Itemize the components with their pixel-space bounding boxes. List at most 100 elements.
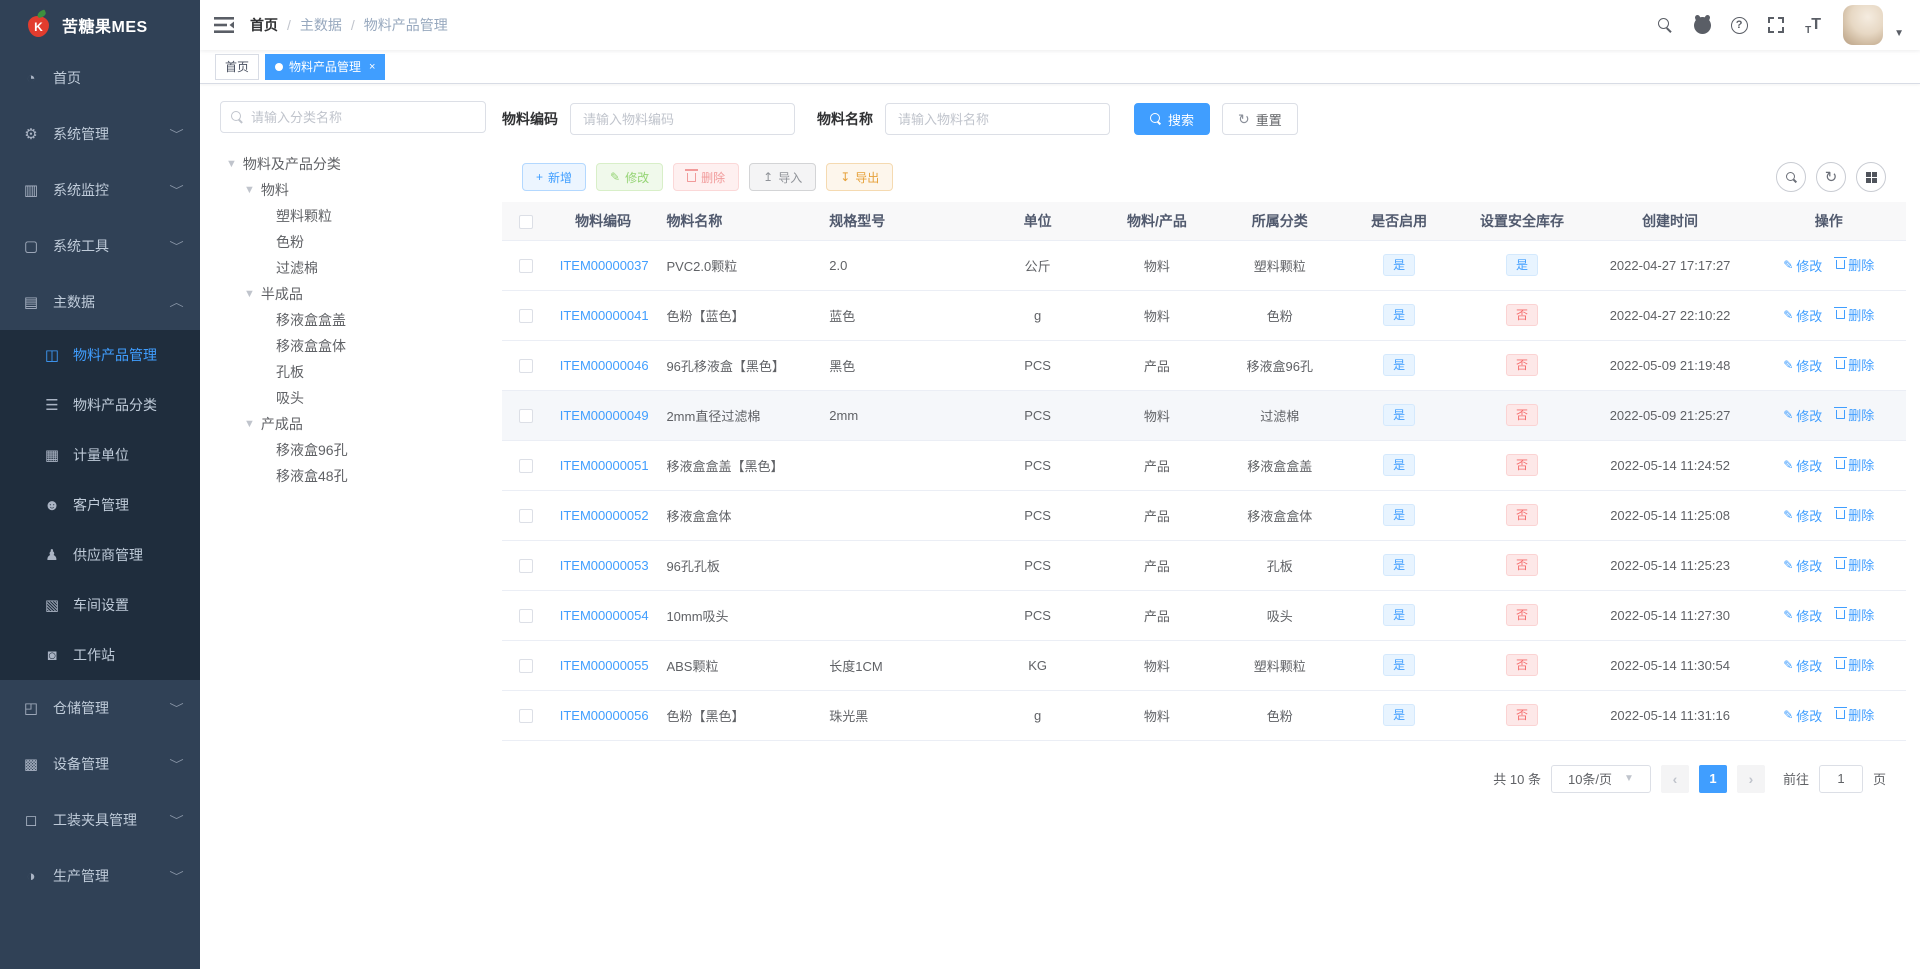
sidebar-item-system-manage[interactable]: ⚙ 系统管理 ﹀ (0, 106, 200, 162)
select-all-checkbox[interactable] (518, 214, 533, 229)
font-size-icon[interactable]: TT (1802, 14, 1824, 36)
columns-icon[interactable] (1856, 162, 1886, 192)
tree-node[interactable]: ▼ 半成品 (220, 281, 486, 307)
success-action-button[interactable]: ✎ 修改 (596, 163, 664, 191)
row-delete-link[interactable]: 删除 (1834, 705, 1874, 724)
material-code-link[interactable]: ITEM00000052 (560, 508, 649, 523)
row-checkbox[interactable] (518, 358, 533, 373)
tree-node[interactable]: 塑料颗粒 (220, 203, 486, 229)
row-checkbox[interactable] (518, 258, 533, 273)
row-checkbox[interactable] (518, 408, 533, 423)
row-checkbox[interactable] (518, 658, 533, 673)
row-edit-link[interactable]: ✎ 修改 (1783, 606, 1822, 625)
sidebar-item-system-tools[interactable]: ▢ 系统工具 ﹀ (0, 218, 200, 274)
tree-node[interactable]: 移液盒盒盖 (220, 307, 486, 333)
row-edit-link[interactable]: ✎ 修改 (1783, 456, 1822, 475)
sidebar-item-customer-manage[interactable]: ☻ 客户管理 (0, 480, 200, 530)
row-checkbox[interactable] (518, 508, 533, 523)
row-edit-link[interactable]: ✎ 修改 (1783, 506, 1822, 525)
avatar[interactable] (1843, 5, 1884, 45)
sidebar-item-master-data[interactable]: ▤ 主数据 ︿ (0, 274, 200, 330)
row-edit-link[interactable]: ✎ 修改 (1783, 706, 1822, 725)
tab-item[interactable]: 首页 (215, 53, 260, 80)
material-code-input[interactable] (570, 103, 795, 135)
close-icon[interactable]: × (369, 61, 375, 73)
tree-node[interactable]: ▼ 物料 (220, 177, 486, 203)
tree-node[interactable]: 移液盒48孔 (220, 463, 486, 489)
row-checkbox[interactable] (518, 458, 533, 473)
sidebar-item-supplier-manage[interactable]: ♟ 供应商管理 (0, 530, 200, 580)
row-delete-link[interactable]: 删除 (1834, 555, 1874, 574)
danger-action-button[interactable]: 删除 (673, 163, 740, 191)
tree-node[interactable]: 过滤棉 (220, 255, 486, 281)
row-delete-link[interactable]: 删除 (1834, 255, 1874, 274)
row-checkbox[interactable] (518, 558, 533, 573)
refresh-icon[interactable]: ↻ (1816, 162, 1846, 192)
row-delete-link[interactable]: 删除 (1834, 305, 1874, 324)
sidebar-item-material-product-category[interactable]: ☰ 物料产品分类 (0, 380, 200, 430)
material-code-link[interactable]: ITEM00000037 (560, 258, 649, 273)
tree-node[interactable]: 移液盒盒体 (220, 333, 486, 359)
page-size-select[interactable]: 10条/页 ▼ (1550, 764, 1651, 793)
row-checkbox[interactable] (518, 708, 533, 723)
row-edit-link[interactable]: ✎ 修改 (1783, 406, 1822, 425)
sidebar-item-equipment-manage[interactable]: ▩ 设备管理 ﹀ (0, 736, 200, 792)
warning-action-button[interactable]: ↧ 导出 (826, 163, 894, 191)
tab-active[interactable]: 物料产品管理 × (265, 53, 386, 80)
row-checkbox[interactable] (518, 308, 533, 323)
info-action-button[interactable]: ↥ 导入 (749, 163, 817, 191)
sidebar-item-home[interactable]: ◔ 首页 (0, 50, 200, 106)
row-delete-link[interactable]: 删除 (1834, 655, 1874, 674)
tree-node[interactable]: 吸头 (220, 385, 486, 411)
caret-down-icon[interactable]: ▼ (1894, 28, 1904, 39)
goto-page-input[interactable] (1818, 764, 1863, 793)
hamburger-icon[interactable] (214, 16, 234, 34)
row-delete-link[interactable]: 删除 (1834, 355, 1874, 374)
tree-node[interactable]: ▼ 物料及产品分类 (220, 151, 486, 177)
sidebar-item-workstation[interactable]: ◙ 工作站 (0, 630, 200, 680)
tree-node[interactable]: 孔板 (220, 359, 486, 385)
row-edit-link[interactable]: ✎ 修改 (1783, 656, 1822, 675)
category-search-input[interactable] (251, 109, 475, 125)
search-toggle-icon[interactable] (1776, 162, 1806, 192)
sidebar-item-measure-unit[interactable]: ▦ 计量单位 (0, 430, 200, 480)
row-delete-link[interactable]: 删除 (1834, 605, 1874, 624)
reset-button[interactable]: ↻ 重置 (1222, 103, 1298, 135)
material-code-link[interactable]: ITEM00000055 (560, 658, 649, 673)
sidebar-item-tooling-fixture-manage[interactable]: ◻ 工装夹具管理 ﹀ (0, 792, 200, 848)
tree-node[interactable]: ▼ 产成品 (220, 411, 486, 437)
row-edit-link[interactable]: ✎ 修改 (1783, 306, 1822, 325)
search-button[interactable]: 搜索 (1134, 103, 1211, 135)
search-icon[interactable] (1654, 14, 1676, 36)
sidebar-item-system-monitor[interactable]: ▥ 系统监控 ﹀ (0, 162, 200, 218)
row-delete-link[interactable]: 删除 (1834, 505, 1874, 524)
material-code-link[interactable]: ITEM00000056 (560, 708, 649, 723)
github-icon[interactable] (1691, 14, 1713, 36)
row-delete-link[interactable]: 删除 (1834, 405, 1874, 424)
material-code-link[interactable]: ITEM00000054 (560, 608, 649, 623)
sidebar-item-warehouse-manage[interactable]: ◰ 仓储管理 ﹀ (0, 680, 200, 736)
page-number-1[interactable]: 1 (1698, 764, 1727, 793)
fullscreen-icon[interactable] (1765, 14, 1787, 36)
app-logo[interactable]: K 苦糖果MES (0, 0, 200, 50)
material-code-link[interactable]: ITEM00000049 (560, 408, 649, 423)
primary-action-button[interactable]: + 新增 (522, 163, 587, 191)
row-checkbox[interactable] (518, 608, 533, 623)
material-code-link[interactable]: ITEM00000046 (560, 358, 649, 373)
material-code-link[interactable]: ITEM00000053 (560, 558, 649, 573)
sidebar-item-production-manage[interactable]: ◑ 生产管理 ﹀ (0, 848, 200, 904)
row-edit-link[interactable]: ✎ 修改 (1783, 356, 1822, 375)
material-code-link[interactable]: ITEM00000041 (560, 308, 649, 323)
sidebar-item-material-product-manage[interactable]: ◫ 物料产品管理 (0, 330, 200, 380)
sidebar-item-workshop-settings[interactable]: ▧ 车间设置 (0, 580, 200, 630)
row-edit-link[interactable]: ✎ 修改 (1783, 556, 1822, 575)
material-name-input[interactable] (885, 103, 1110, 135)
prev-page-button[interactable]: ‹ (1660, 764, 1689, 793)
breadcrumb-item[interactable]: 首页 (250, 15, 278, 35)
next-page-button[interactable]: › (1736, 764, 1765, 793)
tree-node[interactable]: 色粉 (220, 229, 486, 255)
row-edit-link[interactable]: ✎ 修改 (1783, 256, 1822, 275)
tree-node[interactable]: 移液盒96孔 (220, 437, 486, 463)
row-delete-link[interactable]: 删除 (1834, 455, 1874, 474)
material-code-link[interactable]: ITEM00000051 (560, 458, 649, 473)
